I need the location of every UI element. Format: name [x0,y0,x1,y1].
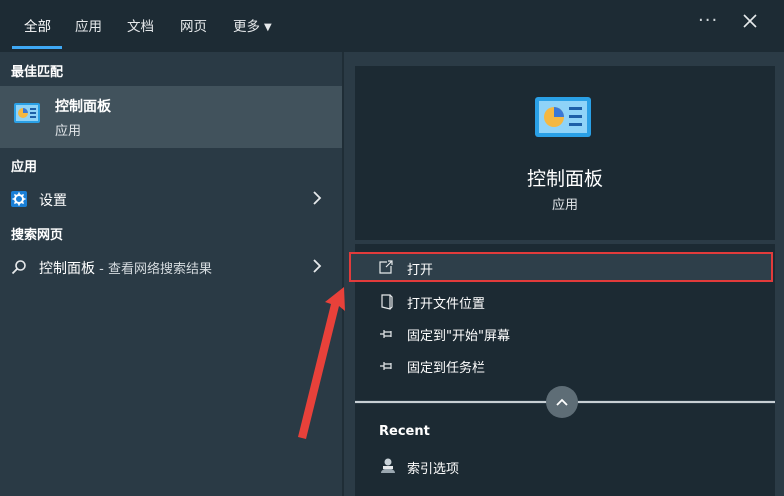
recent-item-indexing-options[interactable]: 索引选项 [355,452,775,482]
web-search-header: 搜索网页 [11,228,64,243]
open-file-location-label: 打开文件位置 [407,297,486,312]
tab-documents[interactable]: 文档 [127,15,154,35]
app-preview-card: 控制面板 应用 [355,66,775,240]
chevron-right-icon [313,259,322,273]
tab-all[interactable]: 全部 [24,15,51,35]
close-icon[interactable] [738,9,762,33]
chevron-up-icon [556,398,568,406]
control-panel-icon [14,103,40,123]
chevron-right-icon [313,191,322,205]
open-label: 打开 [407,263,434,278]
more-dots-icon[interactable]: ··· [698,10,718,31]
file-location-icon [381,294,393,310]
collapse-button[interactable] [546,386,578,418]
best-match-item[interactable]: 控制面板 应用 [0,86,342,148]
control-panel-icon [535,97,591,137]
pin-to-taskbar-label: 固定到任务栏 [407,361,486,376]
web-search-query: 控制面板 [39,261,95,277]
tab-web[interactable]: 网页 [180,15,207,35]
indexing-options-label: 索引选项 [407,462,460,477]
tab-more[interactable]: 更多 ▼ [233,15,272,35]
chevron-down-icon: ▼ [264,22,272,33]
best-match-header: 最佳匹配 [11,65,64,80]
action-pin-to-taskbar[interactable]: 固定到任务栏 [355,350,775,380]
list-item-settings[interactable]: 设置 [0,182,342,216]
settings-label: 设置 [39,193,67,209]
open-icon [379,260,393,274]
active-tab-indicator [12,46,62,49]
action-pin-to-start[interactable]: 固定到"开始"屏幕 [355,318,775,348]
gear-icon [11,191,27,207]
pin-icon [380,362,392,370]
tab-apps[interactable]: 应用 [75,15,102,35]
recent-section: Recent 索引选项 [355,404,775,496]
pin-icon [380,330,392,338]
recent-header: Recent [379,424,430,439]
search-tabs-bar: 全部 应用 文档 网页 更多 ▼ ··· [0,0,784,52]
web-search-label: 控制面板 - 查看网络搜索结果 [39,258,212,278]
best-match-subtitle: 应用 [55,124,82,139]
preview-subtitle: 应用 [551,198,578,213]
action-open-file-location[interactable]: 打开文件位置 [355,286,775,316]
apps-header: 应用 [11,160,38,175]
pin-to-start-label: 固定到"开始"屏幕 [407,329,510,344]
list-item-web-search[interactable]: 控制面板 - 查看网络搜索结果 [0,250,342,284]
action-open[interactable]: 打开 [349,252,773,282]
best-match-title: 控制面板 [55,99,111,115]
results-panel: 最佳匹配 控制面板 应用 应用 设置 搜索网页 控制面板 - 查看网络搜索结果 [0,52,342,496]
indexing-options-icon [381,458,395,473]
web-search-suffix: - 查看网络搜索结果 [95,262,212,277]
preview-title: 控制面板 [526,168,603,190]
search-icon [11,260,26,275]
tab-more-label: 更多 [233,19,260,35]
